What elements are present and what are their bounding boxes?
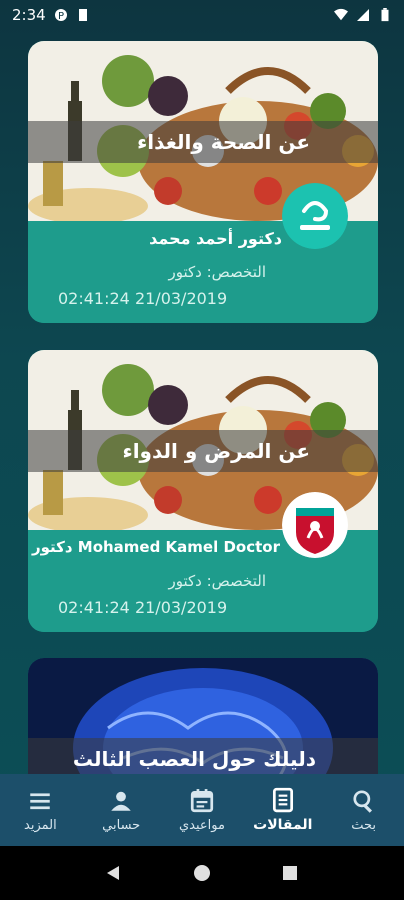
article-title: عن الصحة والغذاء (137, 130, 310, 154)
wifi-icon (334, 8, 348, 21)
article-author: دكتور أحمد محمد (149, 229, 282, 248)
article-card[interactable]: عن الصحة والغذاء دكتور أحمد محمد التخصص:… (28, 41, 378, 323)
menu-icon (30, 792, 51, 809)
person-icon (111, 791, 131, 811)
back-icon[interactable] (104, 863, 124, 883)
article-author: Mohamed Kamel Doctor دكتور (31, 538, 280, 556)
nav-label: حسابي (102, 817, 141, 833)
nav-label: المقالات (253, 817, 313, 833)
recents-icon[interactable] (280, 863, 300, 883)
article-title-ribbon: عن الصحة والغذاء (28, 121, 378, 163)
tebyan-logo-icon (282, 183, 348, 249)
article-date: 02:41:24 21/03/2019 (58, 289, 228, 308)
article-date: 02:41:24 21/03/2019 (58, 598, 228, 617)
status-bar: 2:34 P (0, 0, 404, 30)
nav-label: المزيد (24, 817, 57, 833)
nav-account[interactable]: حسابي (85, 788, 157, 833)
articles-feed[interactable]: عن الصحة والغذاء دكتور أحمد محمد التخصص:… (0, 30, 404, 774)
article-specialty: التخصص: دكتور (168, 263, 267, 281)
home-icon[interactable] (192, 863, 212, 883)
article-card[interactable]: عن المرض و الدواء Mohamed Kamel Doctor د… (28, 350, 378, 632)
author-avatar[interactable] (282, 492, 348, 558)
nav-appointments[interactable]: مواعيدي (166, 788, 238, 833)
storage-icon (78, 9, 87, 21)
system-navigation-bar (0, 846, 404, 900)
article-title-ribbon: عن المرض و الدواء (28, 430, 378, 472)
nav-search[interactable]: بحث (328, 788, 400, 833)
nav-label: مواعيدي (178, 817, 225, 833)
nav-label: بحث (351, 817, 376, 833)
calendar-icon (190, 788, 214, 812)
author-avatar[interactable] (282, 183, 348, 249)
search-icon (353, 789, 372, 813)
bottom-navigation: المزيد حسابي مواعيدي المقالات بحث (0, 774, 404, 846)
nav-more[interactable]: المزيد (4, 788, 76, 833)
article-icon (272, 787, 293, 813)
battery-icon (381, 8, 389, 22)
article-title-ribbon: دليلك حول العصب الثالث (28, 738, 378, 774)
liverpool-crest-icon (282, 492, 348, 558)
article-specialty: التخصص: دكتور (168, 572, 267, 590)
article-card[interactable]: دليلك حول العصب الثالث (28, 658, 378, 774)
signal-icon (357, 9, 369, 21)
svg-text:P: P (58, 11, 64, 22)
status-time: 2:34 (12, 6, 46, 24)
app-notification-icon: P (54, 9, 67, 22)
nav-articles[interactable]: المقالات (247, 787, 319, 833)
article-title: عن المرض و الدواء (122, 439, 310, 463)
article-title: دليلك حول العصب الثالث (72, 747, 316, 771)
